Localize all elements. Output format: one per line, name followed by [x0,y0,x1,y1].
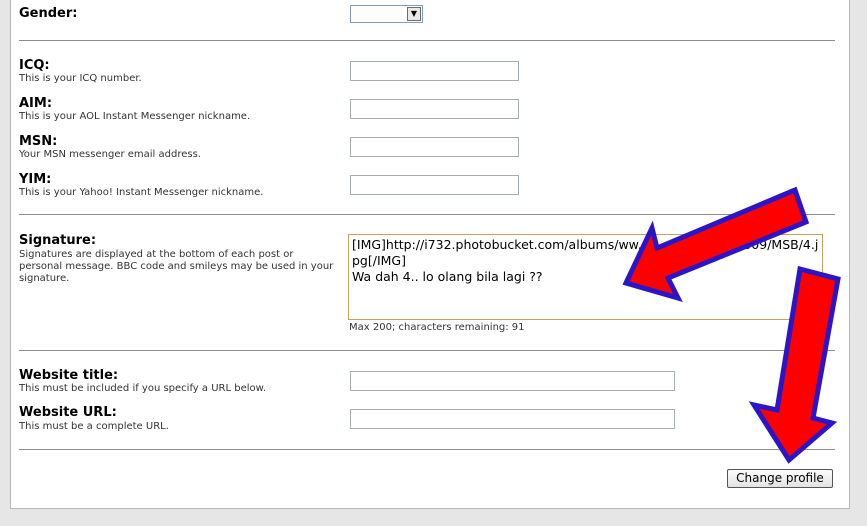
divider [19,214,835,215]
aim-description: This is your AOL Instant Messenger nickn… [19,111,251,122]
msn-description: Your MSN messenger email address. [19,149,201,160]
aim-input[interactable] [350,99,519,119]
signature-label: Signature: [19,233,97,248]
icq-label: ICQ: [19,58,50,73]
yim-description: This is your Yahoo! Instant Messenger ni… [19,187,264,198]
icq-input[interactable] [350,61,519,81]
website-title-input[interactable] [350,371,675,391]
msn-input[interactable] [350,137,519,157]
aim-label: AIM: [19,96,53,111]
gender-select[interactable]: ▼ [350,5,423,23]
yim-input[interactable] [350,175,519,195]
website-title-label: Website title: [19,368,119,383]
divider [19,449,835,450]
website-url-input[interactable] [350,409,675,429]
divider [19,350,835,351]
website-url-label: Website URL: [19,405,117,420]
divider [19,40,835,41]
msn-label: MSN: [19,134,58,149]
yim-label: YIM: [19,172,52,187]
chevron-down-icon[interactable]: ▼ [407,7,421,21]
change-profile-button[interactable]: Change profile [727,469,833,488]
icq-description: This is your ICQ number. [19,73,142,84]
website-title-description: This must be included if you specify a U… [19,383,267,394]
gender-label: Gender: [19,6,78,21]
signature-char-counter: Max 200; characters remaining: 91 [349,322,525,333]
signature-description: Signatures are displayed at the bottom o… [19,249,334,284]
signature-textarea[interactable]: [IMG]http://i732.photobucket.com/albums/… [348,234,823,320]
website-url-description: This must be a complete URL. [19,421,169,432]
